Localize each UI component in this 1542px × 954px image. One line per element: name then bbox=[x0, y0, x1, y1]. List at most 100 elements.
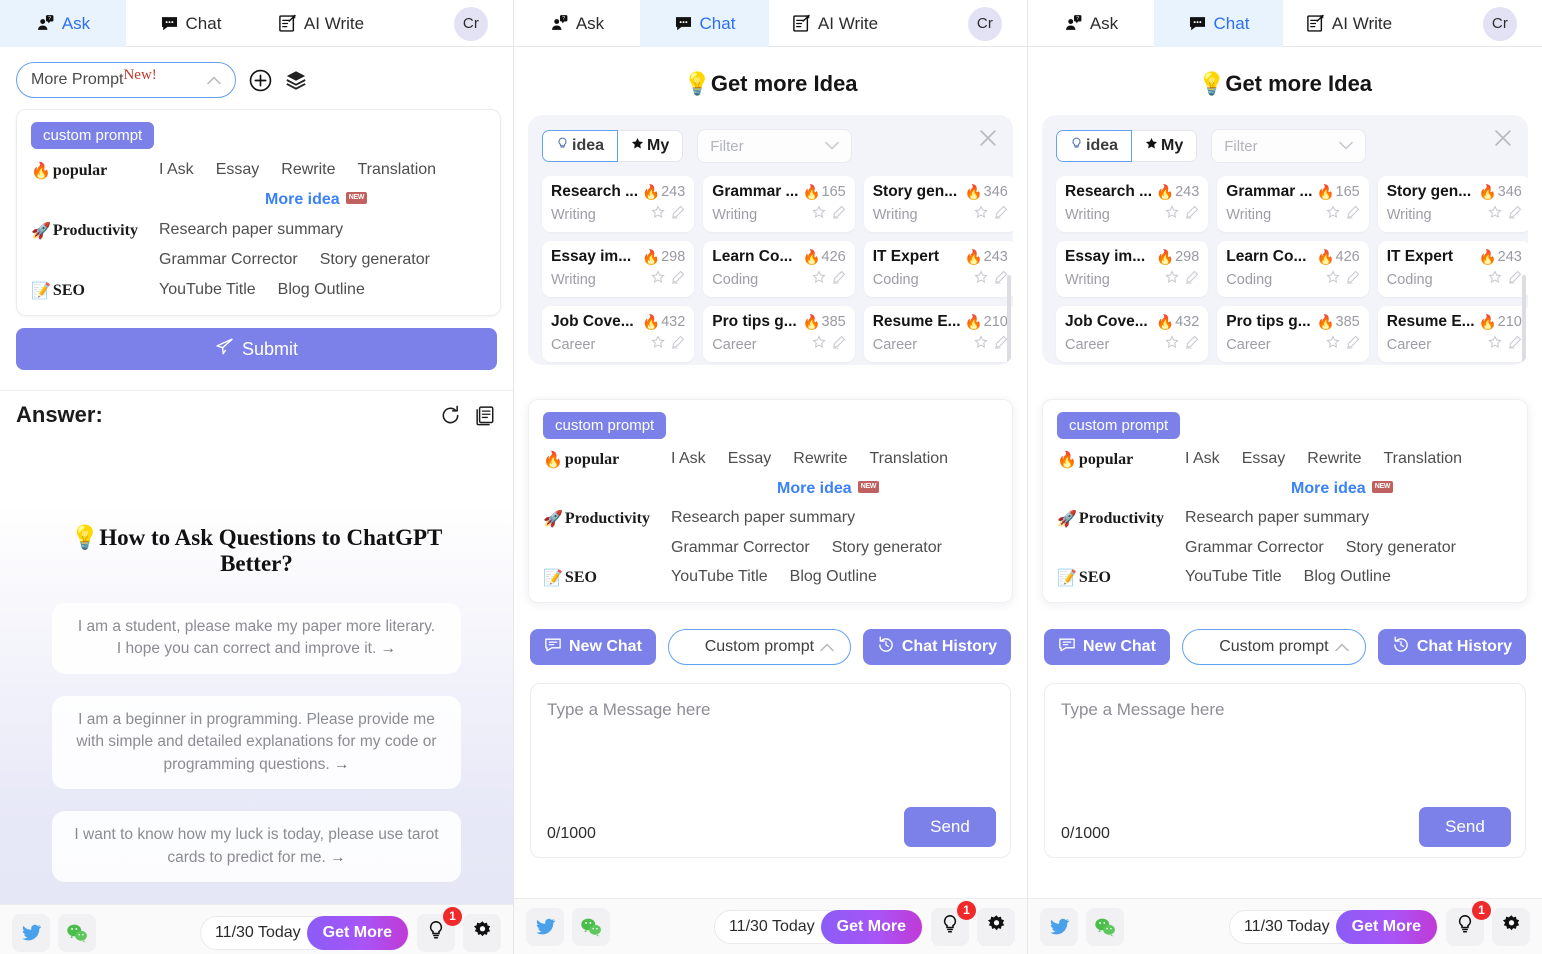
prompt-item[interactable]: YouTube Title bbox=[1185, 568, 1282, 586]
idea-scrollbar-thumb[interactable] bbox=[1007, 275, 1011, 365]
segment-idea[interactable]: idea bbox=[542, 130, 619, 162]
suggestion-card[interactable]: I am a beginner in programming. Please p… bbox=[52, 695, 461, 790]
pencil-icon[interactable] bbox=[994, 335, 1008, 354]
star-outline-icon[interactable] bbox=[1165, 270, 1180, 289]
send-button[interactable]: Send bbox=[1419, 807, 1511, 847]
segment-idea[interactable]: idea bbox=[1056, 130, 1133, 162]
custom-prompt-chip[interactable]: custom prompt bbox=[1057, 412, 1181, 439]
segment-my[interactable]: My bbox=[618, 130, 684, 162]
avatar[interactable]: Cr bbox=[1483, 6, 1517, 41]
idea-card[interactable]: IT Expert 🔥 243 Coding bbox=[1377, 241, 1528, 297]
pencil-icon[interactable] bbox=[994, 205, 1008, 224]
idea-card[interactable]: IT Expert 🔥 243 Coding bbox=[863, 241, 1013, 297]
star-outline-icon[interactable] bbox=[1165, 335, 1180, 354]
prompt-item[interactable]: Research paper summary bbox=[671, 509, 855, 527]
prompt-item[interactable]: YouTube Title bbox=[671, 568, 768, 586]
star-outline-icon[interactable] bbox=[1488, 335, 1502, 354]
star-outline-icon[interactable] bbox=[1488, 270, 1502, 289]
prompt-item[interactable]: Essay bbox=[1242, 450, 1286, 468]
star-outline-icon[interactable] bbox=[811, 335, 826, 354]
idea-card[interactable]: Research ... 🔥 243 Writing bbox=[1056, 176, 1209, 232]
pencil-icon[interactable] bbox=[1185, 270, 1199, 289]
wechat-icon[interactable] bbox=[572, 907, 610, 946]
prompt-item[interactable]: Blog Outline bbox=[1304, 568, 1391, 586]
date-get-more-pill[interactable]: 11/30 Today Get More bbox=[713, 909, 923, 944]
pencil-icon[interactable] bbox=[1346, 205, 1360, 224]
settings-button[interactable] bbox=[977, 907, 1015, 946]
pencil-icon[interactable] bbox=[1346, 335, 1360, 354]
prompt-item[interactable]: Research paper summary bbox=[159, 221, 343, 239]
new-chat-button[interactable]: New Chat bbox=[530, 629, 656, 665]
tab-chat[interactable]: Chat bbox=[1154, 0, 1283, 47]
prompt-item[interactable]: YouTube Title bbox=[159, 281, 256, 299]
prompt-item[interactable]: Story generator bbox=[832, 539, 942, 557]
prompt-select[interactable]: Custom prompt bbox=[667, 629, 851, 665]
prompt-select[interactable]: Custom prompt bbox=[1181, 629, 1366, 665]
get-more-button[interactable]: Get More bbox=[1335, 909, 1437, 944]
star-outline-icon[interactable] bbox=[1325, 335, 1340, 354]
pencil-icon[interactable] bbox=[1508, 335, 1522, 354]
idea-card[interactable]: Story gen... 🔥 346 Writing bbox=[863, 176, 1013, 232]
idea-card[interactable]: Essay im... 🔥 298 Writing bbox=[542, 241, 695, 297]
prompt-item[interactable]: Rewrite bbox=[1307, 450, 1361, 468]
star-outline-icon[interactable] bbox=[1325, 205, 1340, 224]
idea-card[interactable]: Learn Co... 🔥 426 Coding bbox=[703, 241, 855, 297]
pencil-icon[interactable] bbox=[1346, 270, 1360, 289]
star-outline-icon[interactable] bbox=[651, 335, 666, 354]
prompt-item[interactable]: Essay bbox=[728, 450, 772, 468]
tab-chat[interactable]: Chat bbox=[126, 0, 255, 47]
prompt-item[interactable]: Translation bbox=[1384, 450, 1463, 468]
star-outline-icon[interactable] bbox=[974, 335, 988, 354]
wechat-icon[interactable] bbox=[1086, 907, 1124, 946]
date-get-more-pill[interactable]: 11/30 Today Get More bbox=[1228, 909, 1438, 944]
prompt-item[interactable]: Rewrite bbox=[281, 161, 335, 179]
prompt-item[interactable]: Translation bbox=[358, 161, 437, 179]
tab-ask[interactable]: ? Ask bbox=[1028, 0, 1154, 47]
pencil-icon[interactable] bbox=[832, 205, 846, 224]
idea-card[interactable]: Story gen... 🔥 346 Writing bbox=[1377, 176, 1528, 232]
plus-circle-icon[interactable] bbox=[249, 69, 272, 92]
tab-ai-write[interactable]: AI Write bbox=[1283, 0, 1415, 47]
avatar[interactable]: Cr bbox=[968, 6, 1002, 41]
custom-prompt-chip[interactable]: custom prompt bbox=[543, 412, 667, 439]
message-composer[interactable]: Type a Message here 0/1000 Send bbox=[1044, 683, 1526, 858]
wechat-icon[interactable] bbox=[58, 913, 96, 952]
more-prompt-select[interactable]: More Prompt New! bbox=[16, 62, 236, 98]
tab-ask[interactable]: ? Ask bbox=[0, 0, 126, 47]
chat-history-button[interactable]: Chat History bbox=[1377, 629, 1526, 665]
prompt-item[interactable]: I Ask bbox=[159, 161, 194, 179]
bulb-button[interactable]: 1 bbox=[1446, 900, 1491, 946]
prompt-item[interactable]: Rewrite bbox=[793, 450, 847, 468]
prompt-item[interactable]: Essay bbox=[216, 161, 260, 179]
refresh-icon[interactable] bbox=[440, 405, 461, 426]
prompt-item[interactable]: Translation bbox=[870, 450, 949, 468]
tab-chat[interactable]: Chat bbox=[640, 0, 769, 47]
suggestion-card[interactable]: I want to know how my luck is today, ple… bbox=[52, 811, 461, 883]
pencil-icon[interactable] bbox=[671, 335, 685, 354]
star-outline-icon[interactable] bbox=[1488, 205, 1502, 224]
filter-select[interactable]: Filter bbox=[697, 129, 853, 163]
submit-button[interactable]: Submit bbox=[16, 328, 497, 370]
tab-ai-write[interactable]: AI Write bbox=[769, 0, 901, 47]
pencil-icon[interactable] bbox=[832, 335, 846, 354]
prompt-item[interactable]: Grammar Corrector bbox=[159, 251, 298, 269]
idea-scrollbar[interactable] bbox=[1007, 275, 1011, 365]
twitter-icon[interactable] bbox=[12, 913, 50, 952]
star-outline-icon[interactable] bbox=[974, 270, 988, 289]
pencil-icon[interactable] bbox=[671, 205, 685, 224]
layers-icon[interactable] bbox=[285, 69, 307, 91]
idea-card[interactable]: Learn Co... 🔥 426 Coding bbox=[1217, 241, 1369, 297]
prompt-item[interactable]: Story generator bbox=[320, 251, 430, 269]
bulb-button[interactable]: 1 bbox=[931, 900, 976, 946]
tab-ask[interactable]: ? Ask bbox=[514, 0, 640, 47]
more-idea-link[interactable]: More idea NEW bbox=[777, 480, 880, 498]
prompt-item[interactable]: Grammar Corrector bbox=[1185, 539, 1324, 557]
prompt-item[interactable]: Grammar Corrector bbox=[671, 539, 810, 557]
copy-icon[interactable] bbox=[474, 405, 495, 426]
idea-card[interactable]: Essay im... 🔥 298 Writing bbox=[1056, 241, 1209, 297]
idea-card[interactable]: Pro tips g... 🔥 385 Career bbox=[703, 306, 855, 362]
pencil-icon[interactable] bbox=[994, 270, 1008, 289]
star-outline-icon[interactable] bbox=[651, 205, 666, 224]
filter-select[interactable]: Filter bbox=[1211, 129, 1367, 163]
star-outline-icon[interactable] bbox=[811, 270, 826, 289]
